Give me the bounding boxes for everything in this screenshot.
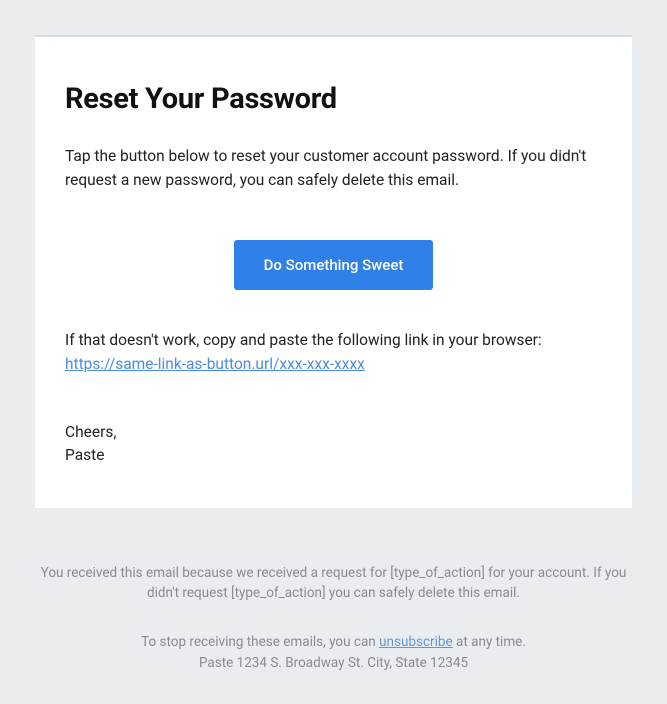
footer-reason: You received this email because we recei… — [35, 563, 632, 605]
footer-unsubscribe-line: To stop receiving these emails, you can … — [35, 632, 632, 653]
email-footer: You received this email because we recei… — [0, 508, 667, 675]
cta-button-wrap: Do Something Sweet — [65, 202, 602, 328]
unsubscribe-link[interactable]: unsubscribe — [379, 634, 453, 650]
signoff-name: Paste — [65, 444, 602, 467]
fallback-link[interactable]: https://same-link-as-button.url/xxx-xxx-… — [65, 355, 365, 373]
unsubscribe-prefix: To stop receiving these emails, you can — [141, 634, 379, 650]
fallback-block: If that doesn't work, copy and paste the… — [65, 328, 602, 373]
footer-address: Paste 1234 S. Broadway St. City, State 1… — [35, 653, 632, 674]
email-heading: Reset Your Password — [65, 82, 602, 116]
fallback-prefix: If that doesn't work, copy and paste the… — [65, 328, 602, 352]
email-body: Tap the button below to reset your custo… — [65, 144, 602, 192]
signoff: Cheers, Paste — [65, 421, 602, 468]
email-card: Reset Your Password Tap the button below… — [35, 35, 632, 508]
signoff-greeting: Cheers, — [65, 421, 602, 444]
unsubscribe-suffix: at any time. — [453, 634, 526, 650]
email-wrapper: Reset Your Password Tap the button below… — [0, 0, 667, 508]
cta-button[interactable]: Do Something Sweet — [234, 240, 434, 290]
